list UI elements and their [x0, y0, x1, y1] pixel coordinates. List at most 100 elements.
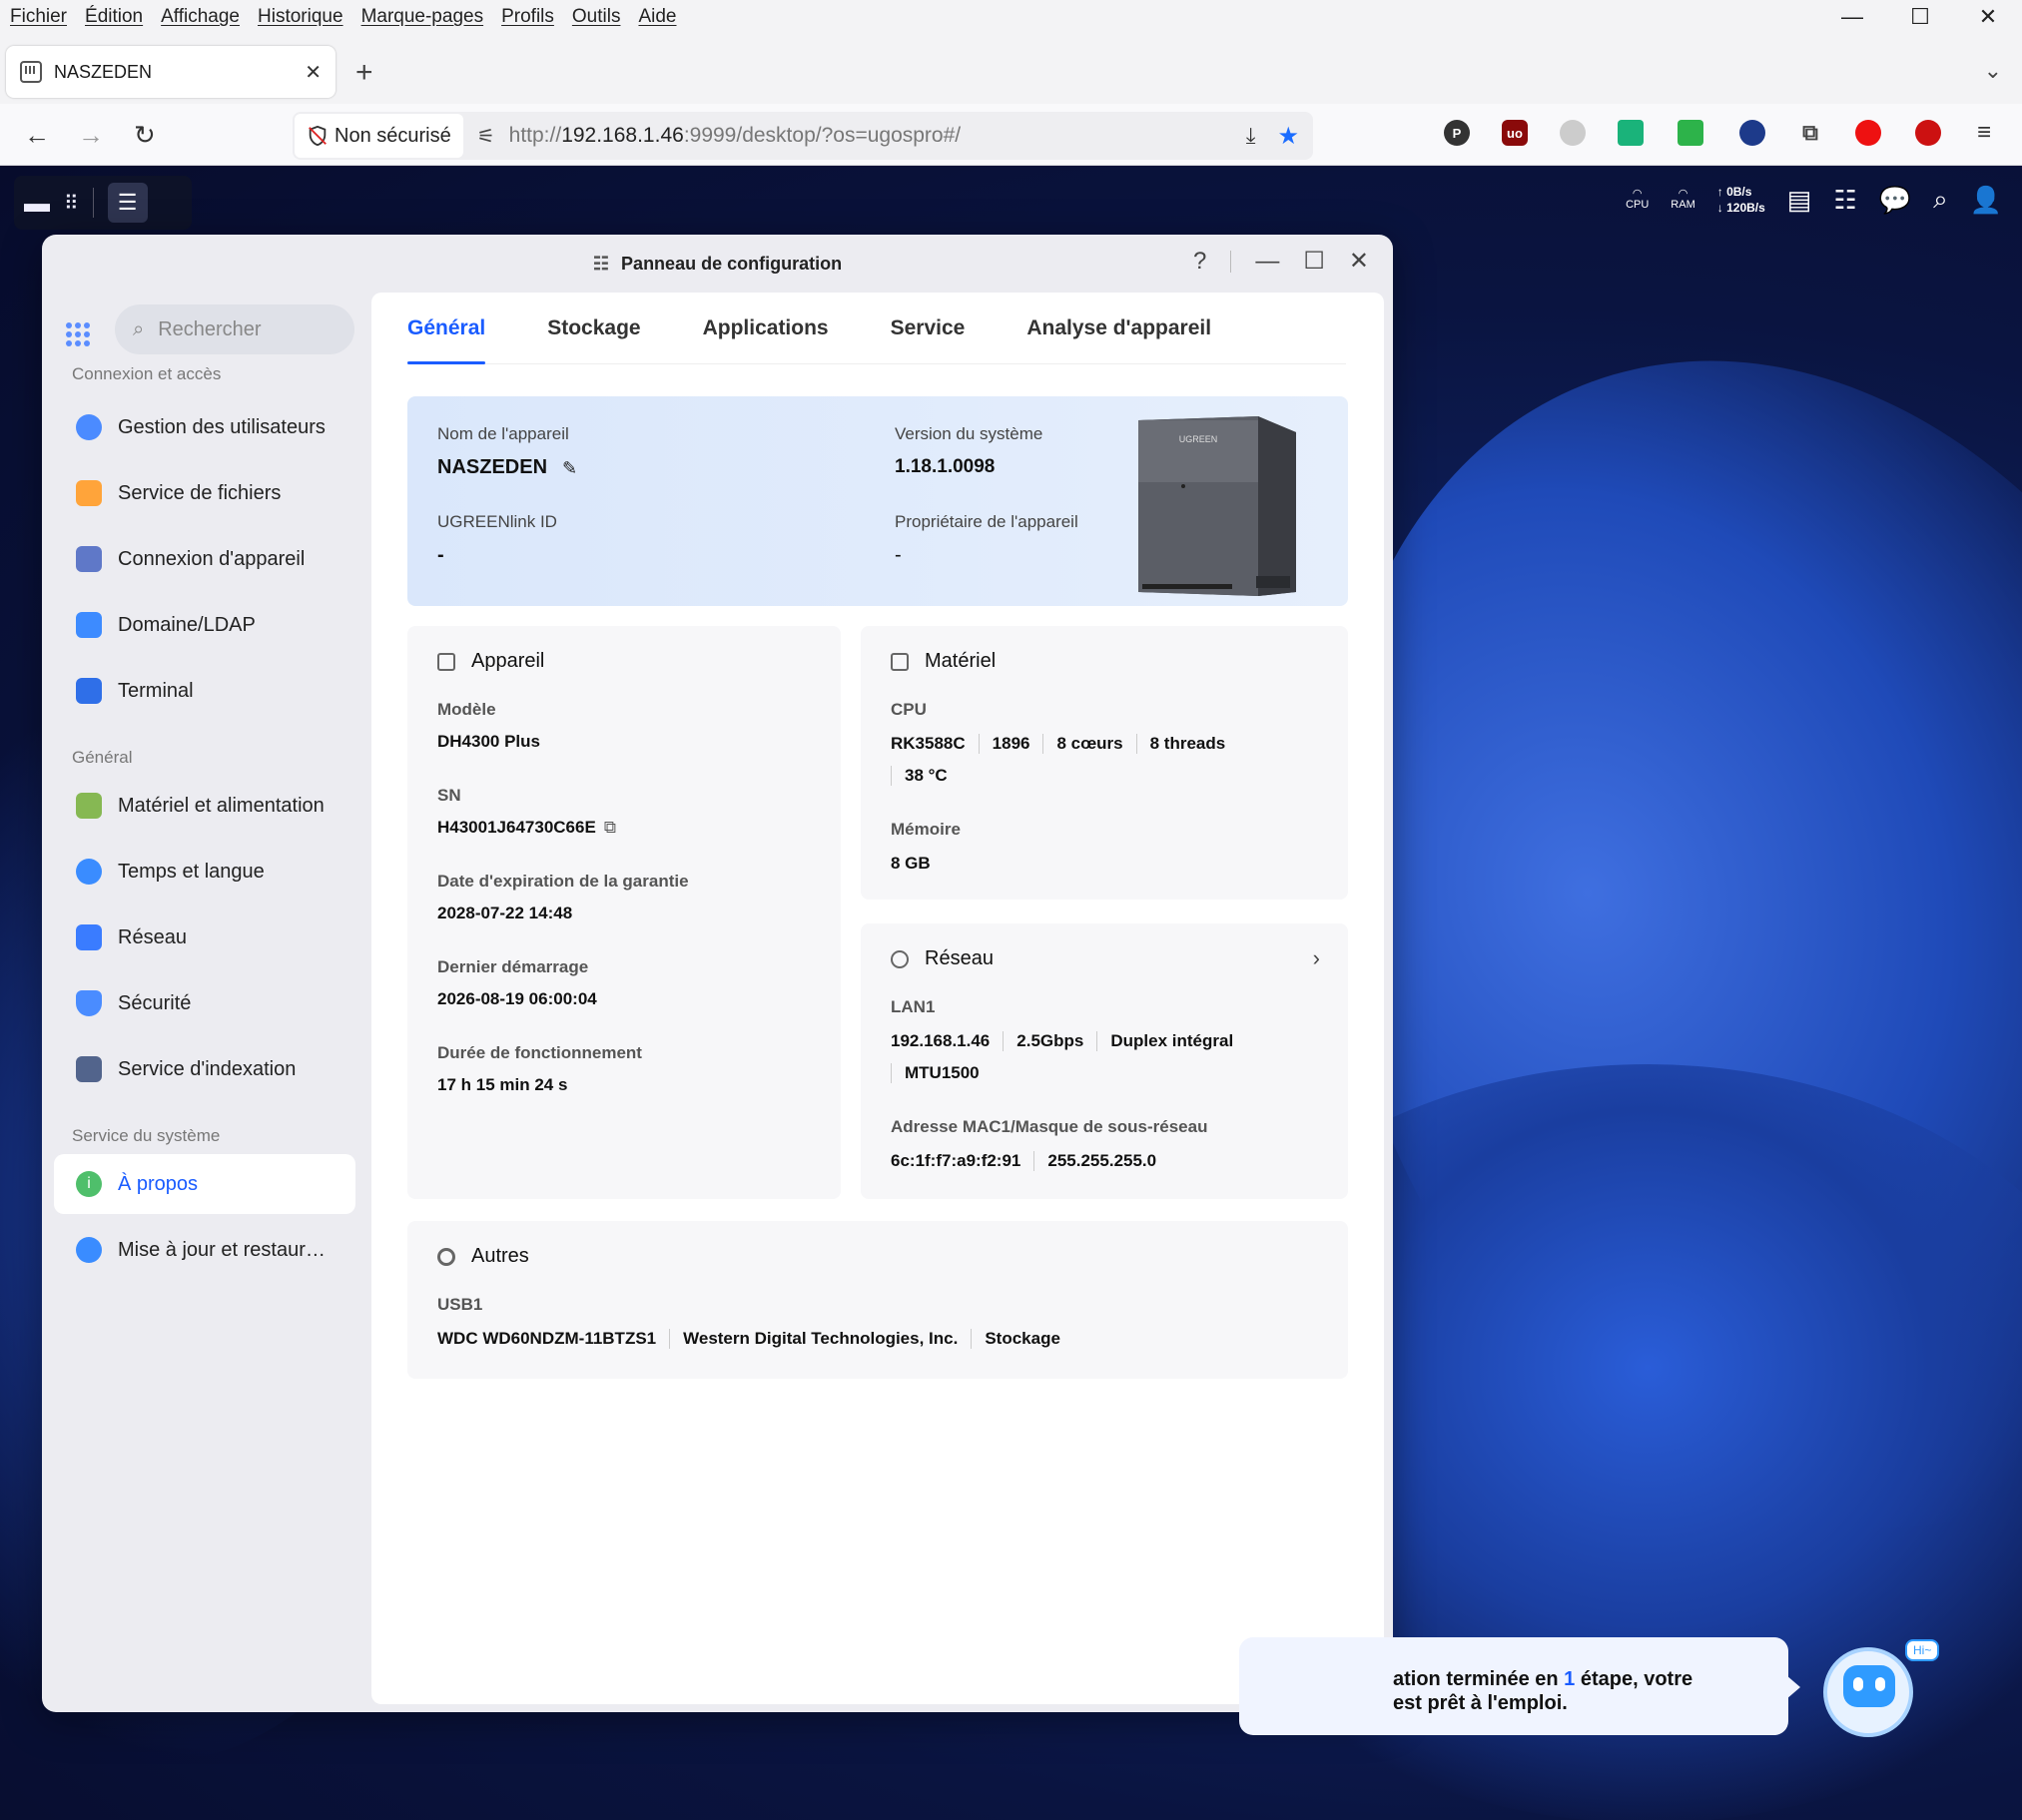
- window-titlebar[interactable]: ☷ Panneau de configuration: [42, 235, 1393, 293]
- control-panel-icon: ☷: [592, 253, 610, 274]
- extension-red-icon[interactable]: [1915, 120, 1941, 146]
- user-account-icon[interactable]: 👤: [1970, 185, 2002, 216]
- edit-name-pencil-icon[interactable]: ✎: [562, 458, 577, 479]
- app-menu-icon[interactable]: ≡: [1971, 119, 1997, 146]
- others-card: Autres USB1 WDC WD60NDZM-11BTZS1 Western …: [407, 1221, 1348, 1379]
- reload-button[interactable]: ↻: [134, 120, 156, 151]
- help-button[interactable]: ?: [1193, 248, 1206, 276]
- extensions-puzzle-icon[interactable]: ⧉: [1797, 120, 1823, 146]
- sidebar-item-hardware-power[interactable]: Matériel et alimentation: [54, 776, 355, 836]
- close-window-button[interactable]: ✕: [1954, 0, 2022, 34]
- tab-device-analysis[interactable]: Analyse d'appareil: [1026, 293, 1211, 364]
- copy-icon[interactable]: ⧉: [604, 818, 616, 838]
- insecure-shield-icon: [309, 125, 327, 147]
- sidebar-item-terminal[interactable]: Terminal: [54, 661, 355, 721]
- widgets-icon[interactable]: ▤: [1787, 185, 1812, 216]
- sidebar-item-device-connection[interactable]: Connexion d'appareil: [54, 529, 355, 589]
- menu-fichier[interactable]: Fichier: [10, 6, 67, 28]
- url-text[interactable]: http://192.168.1.46:9999/desktop/?os=ugo…: [509, 124, 961, 148]
- control-panel-dock-icon[interactable]: ☰: [107, 183, 148, 223]
- warranty-value: 2028-07-22 14:48: [437, 904, 573, 922]
- uptime-label: Durée de fonctionnement: [437, 1043, 642, 1062]
- minimize-button[interactable]: —: [1255, 248, 1279, 276]
- sidebar: ⌕ Rechercher Connexion et accès Gestion …: [42, 293, 371, 1712]
- menu-profils[interactable]: Profils: [501, 6, 554, 28]
- search-icon[interactable]: ⌕: [1933, 184, 1948, 216]
- network-rates: ↑ 0B/s ↓ 120B/s: [1716, 185, 1765, 215]
- permissions-icon[interactable]: ⚟: [477, 124, 495, 149]
- globe-icon: [891, 949, 909, 968]
- show-desktop-icon[interactable]: ▬: [24, 188, 50, 219]
- close-tab-icon[interactable]: ✕: [305, 60, 322, 85]
- url-bar[interactable]: Non sécurisé ⚟ http://192.168.1.46:9999/…: [293, 112, 1313, 160]
- all-settings-grid-icon[interactable]: [66, 322, 90, 346]
- menu-outils[interactable]: Outils: [572, 6, 621, 28]
- browser-tab[interactable]: NASZEDEN ✕: [6, 46, 336, 98]
- menu-edition[interactable]: Édition: [85, 6, 143, 28]
- sidebar-item-update-restore[interactable]: Mise à jour et restaur…: [54, 1220, 355, 1280]
- search-input[interactable]: ⌕ Rechercher: [115, 304, 354, 354]
- menu-affichage[interactable]: Affichage: [161, 6, 240, 28]
- nas-favicon-icon: [20, 61, 42, 83]
- hardware-card-title: Matériel: [925, 650, 997, 672]
- forward-button[interactable]: →: [78, 120, 104, 151]
- ram-gauge-icon[interactable]: ◠ RAM: [1671, 189, 1694, 211]
- battery-icon: [76, 793, 102, 819]
- security-indicator[interactable]: Non sécurisé: [295, 114, 463, 158]
- sidebar-item-indexing[interactable]: Service d'indexation: [54, 1039, 355, 1099]
- device-summary-banner: Nom de l'appareil NASZEDEN ✎ Version du …: [407, 396, 1348, 606]
- app-launcher-icon[interactable]: ⠿: [64, 191, 79, 216]
- sidebar-item-security[interactable]: Sécurité: [54, 973, 355, 1033]
- system-version-label: Version du système: [895, 424, 1043, 443]
- extension-green-icon[interactable]: [1678, 120, 1703, 146]
- sidebar-item-users[interactable]: Gestion des utilisateurs: [54, 397, 355, 457]
- sidebar-item-file-service[interactable]: Service de fichiers: [54, 463, 355, 523]
- task-manager-icon[interactable]: ☷: [1833, 185, 1856, 216]
- sidebar-item-domain-ldap[interactable]: Domaine/LDAP: [54, 595, 355, 655]
- back-button[interactable]: ←: [24, 120, 50, 151]
- sidebar-item-time-language[interactable]: Temps et langue: [54, 842, 355, 902]
- section-header-system: Service du système: [72, 1126, 221, 1145]
- list-tabs-chevron-icon[interactable]: ⌄: [1984, 58, 2002, 84]
- chevron-right-icon[interactable]: ›: [1313, 945, 1320, 971]
- bookmark-star-icon[interactable]: ★: [1277, 122, 1299, 151]
- sidebar-item-network[interactable]: Réseau: [54, 908, 355, 967]
- model-label: Modèle: [437, 700, 496, 719]
- search-icon: ⌕: [133, 317, 145, 340]
- ublock-icon[interactable]: uo: [1502, 120, 1528, 146]
- extension-p-icon[interactable]: P: [1444, 120, 1470, 146]
- tab-storage[interactable]: Stockage: [547, 293, 640, 364]
- tab-service[interactable]: Service: [891, 293, 966, 364]
- tab-general[interactable]: Général: [407, 293, 486, 364]
- assistant-toast[interactable]: ation terminée en 1 étape, votre est prê…: [1239, 1637, 1800, 1735]
- extension-shield-icon[interactable]: [1855, 120, 1881, 146]
- mac-label: Adresse MAC1/Masque de sous-réseau: [891, 1117, 1208, 1136]
- ugreenlink-id-label: UGREENlink ID: [437, 512, 557, 531]
- extension-globe-icon[interactable]: [1739, 120, 1765, 146]
- extension-cloud-icon[interactable]: [1560, 120, 1586, 146]
- new-tab-button[interactable]: +: [355, 56, 373, 90]
- maximize-button[interactable]: ☐: [1303, 247, 1325, 276]
- menu-historique[interactable]: Historique: [258, 6, 343, 28]
- tab-title: NASZEDEN: [54, 61, 153, 82]
- network-card-title: Réseau: [925, 947, 994, 969]
- install-app-icon[interactable]: ⤓: [1246, 123, 1256, 149]
- minimize-window-button[interactable]: —: [1818, 0, 1886, 34]
- sidebar-item-about[interactable]: iÀ propos: [54, 1154, 355, 1214]
- menu-marque-pages[interactable]: Marque-pages: [361, 6, 484, 28]
- extension-chart-icon[interactable]: [1618, 120, 1644, 146]
- menu-aide[interactable]: Aide: [638, 6, 676, 28]
- assistant-robot-icon[interactable]: [1823, 1647, 1913, 1737]
- cpu-temperature: 38 °C: [891, 766, 961, 786]
- section-header-access: Connexion et accès: [72, 364, 222, 383]
- folder-icon: [76, 480, 102, 506]
- network-card[interactable]: Réseau › LAN1 192.168.1.46 2.5Gbps Duplex …: [861, 923, 1348, 1199]
- close-button[interactable]: ✕: [1349, 247, 1369, 276]
- memory-value: 8 GB: [891, 854, 931, 873]
- tab-applications[interactable]: Applications: [703, 293, 829, 364]
- maximize-window-button[interactable]: ☐: [1886, 0, 1954, 34]
- owner-value: -: [895, 544, 902, 566]
- domain-icon: [76, 612, 102, 638]
- notifications-icon[interactable]: 💬: [1879, 185, 1911, 216]
- cpu-gauge-icon[interactable]: ◠ CPU: [1626, 189, 1649, 211]
